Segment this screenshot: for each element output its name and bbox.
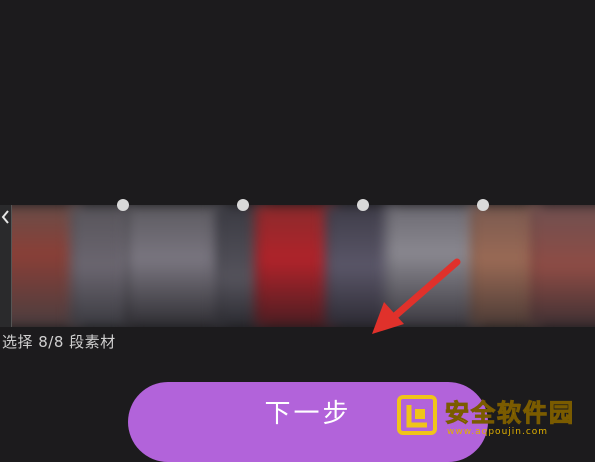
split-marker[interactable] bbox=[117, 199, 129, 211]
watermark-logo bbox=[397, 395, 437, 435]
split-marker[interactable] bbox=[357, 199, 369, 211]
split-marker[interactable] bbox=[237, 199, 249, 211]
clip-strip[interactable] bbox=[0, 205, 595, 327]
watermark-url: www.aqpoujin.com bbox=[447, 427, 549, 437]
watermark: 安全软件园 www.aqpoujin.com bbox=[393, 391, 595, 443]
selection-count-label: 选择 8/8 段素材 bbox=[2, 333, 116, 351]
clip-frame bbox=[125, 205, 225, 327]
clip-frame bbox=[530, 205, 595, 327]
clip-frame bbox=[385, 205, 480, 327]
chevron-left-icon bbox=[1, 210, 9, 224]
trim-handle[interactable] bbox=[0, 205, 12, 327]
clip-frame bbox=[255, 205, 335, 327]
clip-frame bbox=[70, 205, 130, 327]
split-marker[interactable] bbox=[477, 199, 489, 211]
watermark-title: 安全软件园 bbox=[445, 399, 575, 428]
clip-frame bbox=[0, 205, 80, 327]
